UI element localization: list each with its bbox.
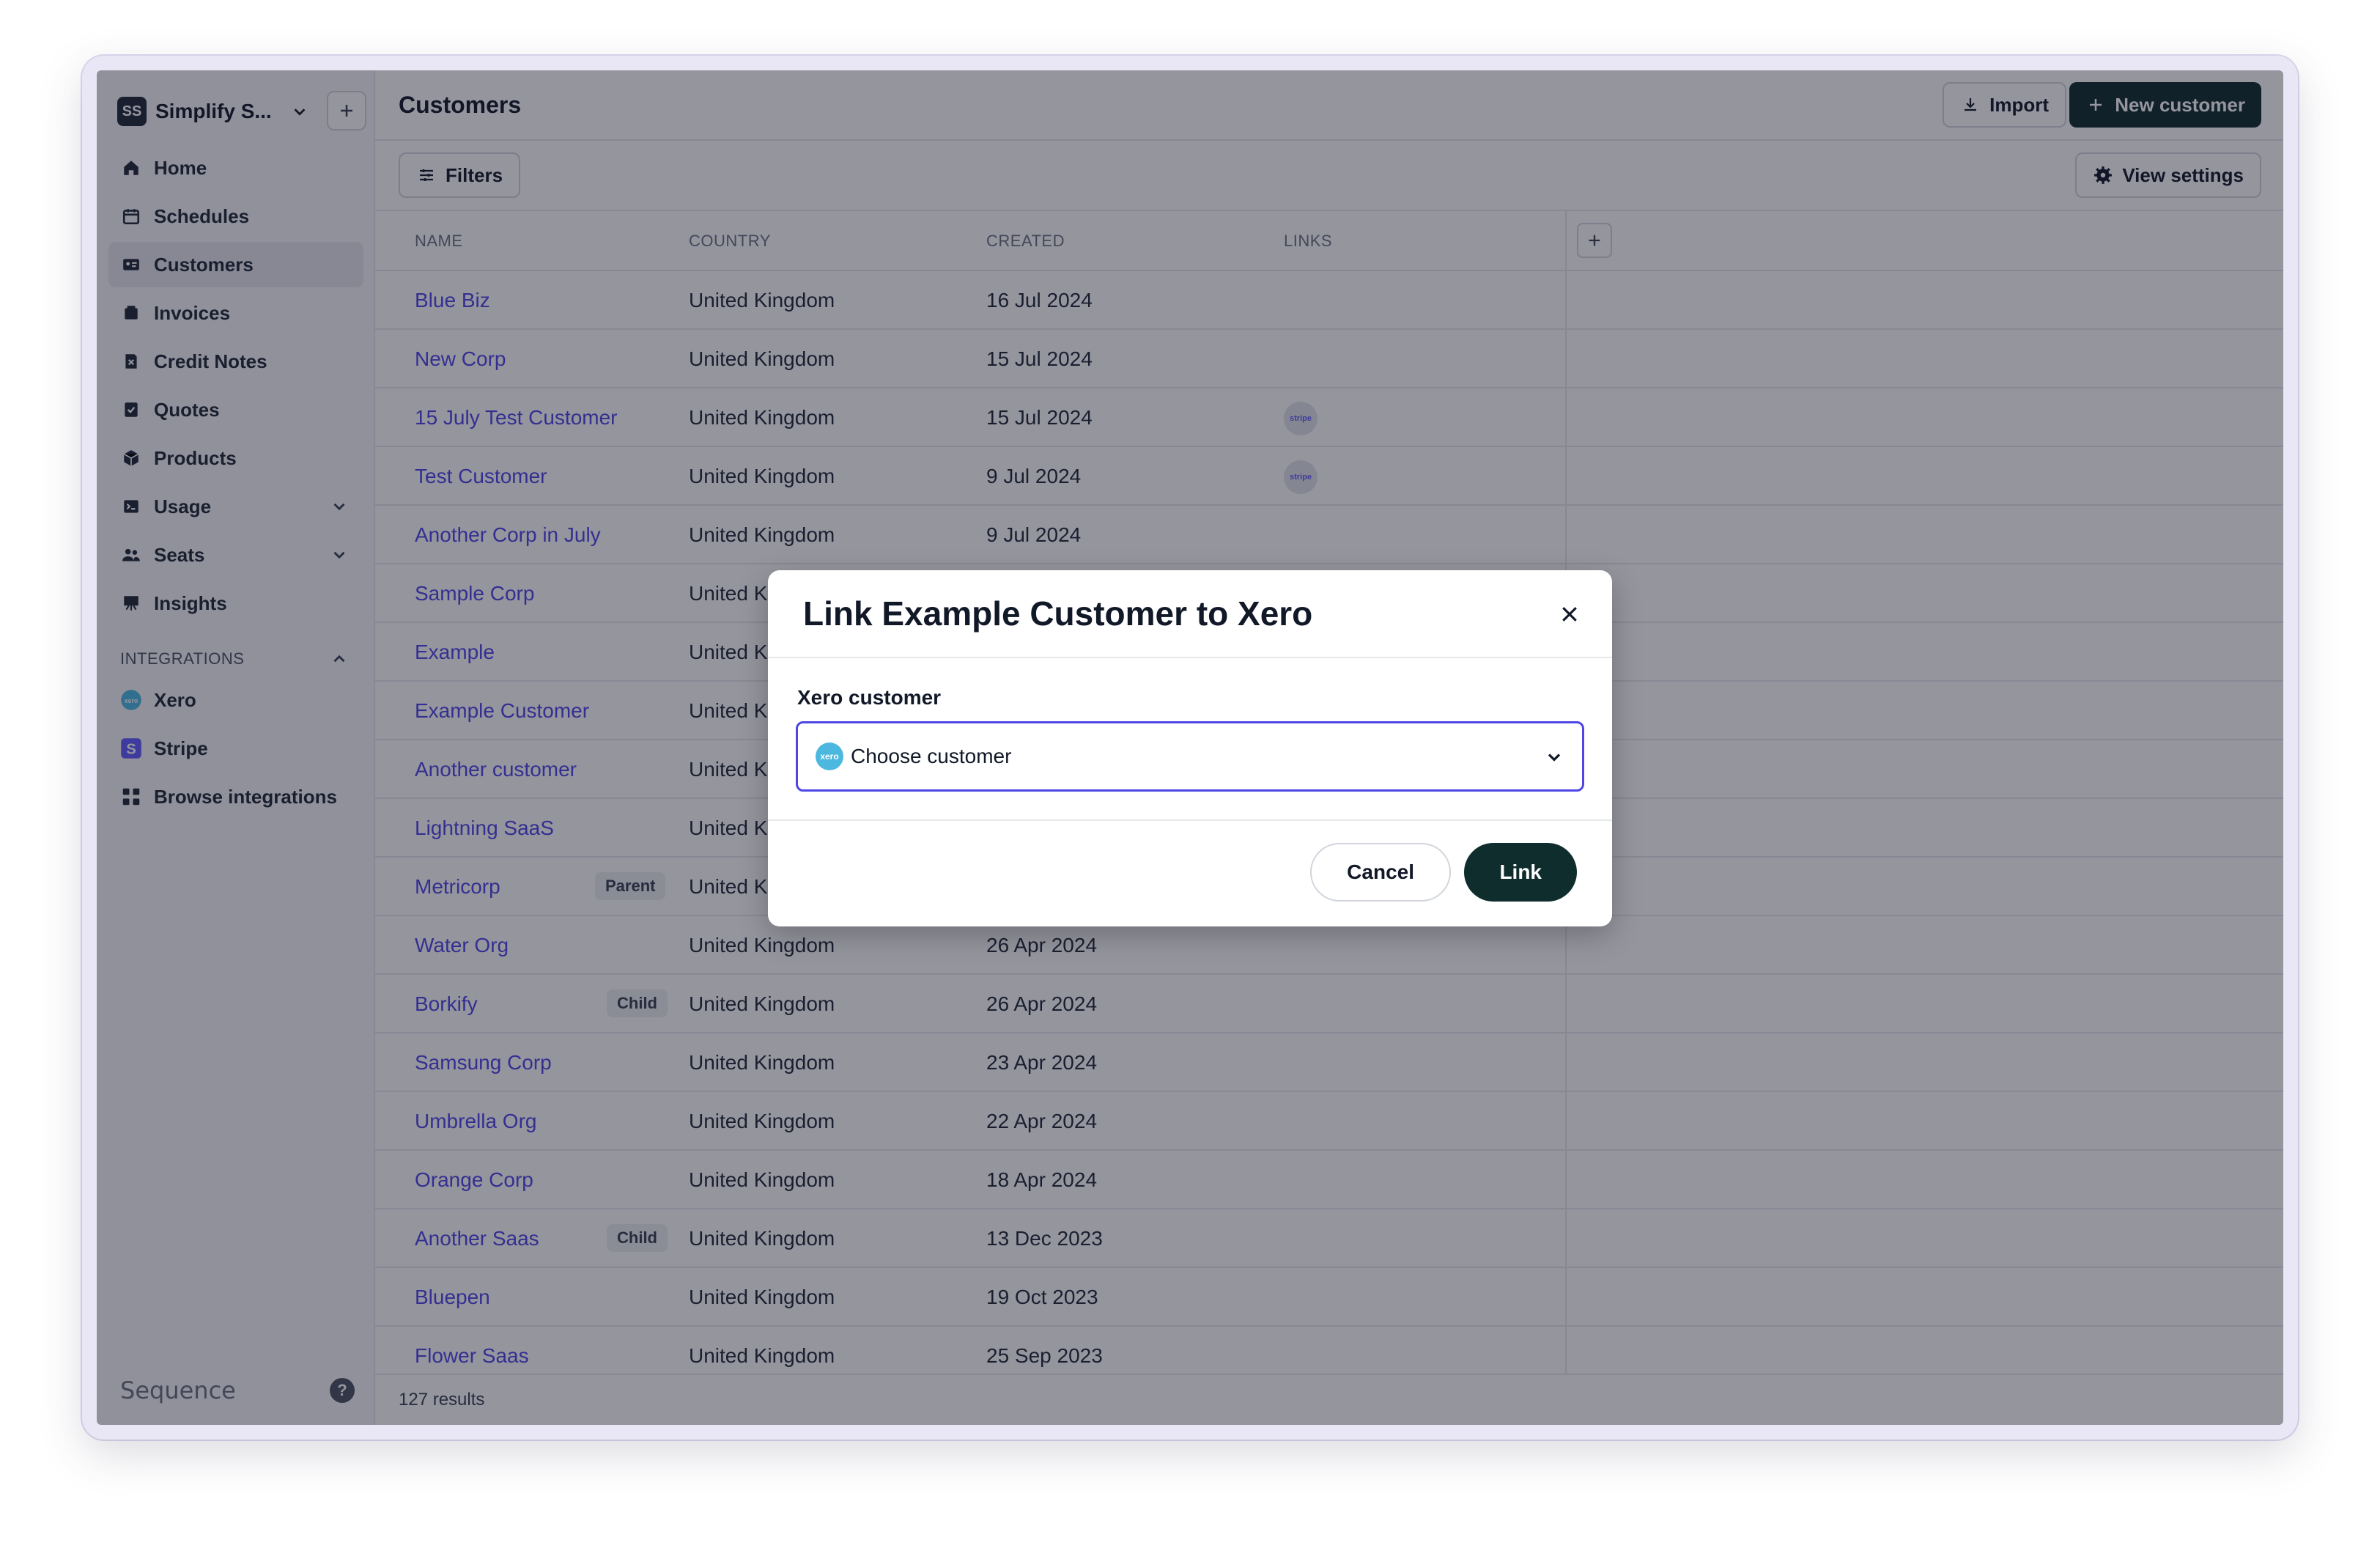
select-placeholder: Choose customer [851,745,1012,767]
chevron-down-icon [1544,747,1564,767]
xero-icon: xero [816,742,843,770]
dialog-header: Link Example Customer to Xero [768,570,1612,658]
dialog-footer: Cancel Link [768,821,1612,926]
xero-customer-select[interactable]: xero Choose customer [796,721,1584,792]
xero-customer-label: Xero customer [797,686,942,709]
link-button[interactable]: Link [1464,843,1577,902]
close-icon[interactable] [1556,601,1583,627]
dialog-body: Xero customer xero Choose customer [768,658,1612,821]
dialog-title: Link Example Customer to Xero [803,594,1313,633]
link-xero-dialog: Link Example Customer to Xero Xero custo… [768,570,1612,926]
cancel-button[interactable]: Cancel [1310,843,1451,902]
